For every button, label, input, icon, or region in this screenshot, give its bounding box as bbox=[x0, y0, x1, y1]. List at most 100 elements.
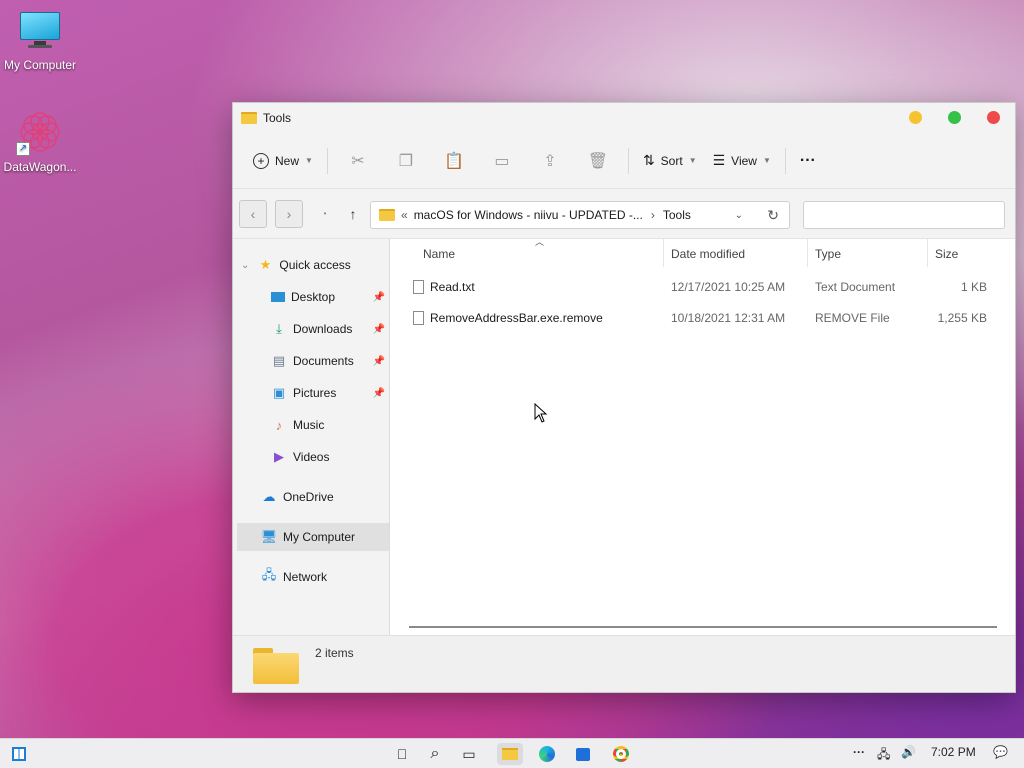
sort-arrow-icon: ︿ bbox=[535, 237, 545, 247]
column-header-date[interactable]: Date modified bbox=[671, 247, 745, 261]
view-button[interactable]: ☰ View ▼ bbox=[705, 146, 779, 175]
paste-icon[interactable]: 📋 bbox=[438, 145, 470, 177]
search-input[interactable] bbox=[803, 201, 1005, 229]
cut-icon[interactable]: ✂ bbox=[342, 145, 374, 177]
store-logo bbox=[576, 747, 590, 761]
file-icon bbox=[413, 311, 424, 325]
start-button[interactable] bbox=[8, 743, 30, 765]
video-icon: ▶ bbox=[274, 449, 284, 464]
pin-icon[interactable]: 📌 bbox=[373, 388, 385, 399]
mouse-cursor-icon bbox=[534, 403, 548, 423]
sort-button[interactable]: ⇅ Sort ▼ bbox=[635, 146, 705, 175]
sidebar-item-music[interactable]: ♪ Music bbox=[271, 411, 389, 439]
tray-overflow-icon[interactable]: ··· bbox=[853, 745, 865, 759]
toolbar-divider bbox=[627, 147, 629, 174]
apple-icon[interactable]:  bbox=[391, 743, 413, 765]
plus-circle-icon: + bbox=[253, 152, 269, 169]
desktop-icon-label: My Computer bbox=[3, 58, 77, 72]
clock[interactable]: 7:02 PM bbox=[931, 745, 976, 759]
address-current-segment[interactable]: Tools bbox=[663, 208, 691, 222]
sidebar-item-desktop[interactable]: Desktop 📌 bbox=[271, 283, 389, 311]
chevron-down-icon: ▼ bbox=[762, 156, 771, 165]
column-divider[interactable] bbox=[927, 239, 928, 267]
file-date: 12/17/2021 10:25 AM bbox=[671, 280, 786, 294]
column-divider[interactable] bbox=[663, 239, 664, 267]
up-button[interactable]: ↑ bbox=[339, 200, 367, 228]
address-path-segment[interactable]: macOS for Windows - niivu - UPDATED -... bbox=[414, 208, 643, 222]
folder-icon bbox=[379, 209, 395, 221]
copy-icon[interactable]: ❐ bbox=[390, 145, 422, 177]
forward-button[interactable]: › bbox=[275, 199, 303, 228]
pin-icon[interactable]: 📌 bbox=[373, 324, 385, 335]
column-divider[interactable] bbox=[807, 239, 808, 267]
file-size: 1,255 KB bbox=[937, 311, 987, 325]
monitor-icon: 🖥 bbox=[260, 529, 278, 544]
desktop-icon-datawagon[interactable]: ↗ DataWagon... bbox=[0, 108, 80, 174]
chevron-down-icon: ▼ bbox=[688, 156, 697, 165]
file-row[interactable]: RemoveAddressBar.exe.remove 10/18/2021 1… bbox=[405, 303, 1003, 333]
sidebar-item-label: Pictures bbox=[293, 386, 337, 400]
file-name: RemoveAddressBar.exe.remove bbox=[413, 311, 603, 325]
chevron-down-icon: ⌄ bbox=[241, 259, 250, 271]
music-icon: ♪ bbox=[275, 417, 283, 433]
back-button[interactable]: ‹ bbox=[239, 199, 267, 228]
volume-icon[interactable]: 🔊 bbox=[901, 745, 916, 759]
folder-icon bbox=[502, 748, 518, 760]
sidebar-item-my-computer[interactable]: 🖥 My Computer bbox=[237, 523, 389, 551]
sidebar-item-label: Downloads bbox=[293, 322, 353, 336]
notifications-icon[interactable]: 💬 bbox=[993, 745, 1008, 759]
sidebar-item-network[interactable]: 🖧 Network bbox=[261, 563, 389, 591]
navigation-pane: ⌄ ★ Quick access Desktop 📌 ⤓ Downloads 📌… bbox=[233, 239, 390, 635]
sidebar-item-label: My Computer bbox=[283, 530, 356, 544]
file-explorer-icon[interactable] bbox=[497, 743, 523, 765]
desktop-icon-my-computer[interactable]: My Computer bbox=[0, 12, 80, 72]
sidebar-item-onedrive[interactable]: ☁ OneDrive bbox=[261, 483, 389, 511]
sidebar-item-quick-access[interactable]: ⌄ ★ Quick access bbox=[241, 251, 389, 279]
sidebar-item-pictures[interactable]: ▣ Pictures 📌 bbox=[271, 379, 389, 407]
file-row[interactable]: Read.txt 12/17/2021 10:25 AM Text Docume… bbox=[405, 272, 1003, 302]
chevron-down-icon[interactable]: ⌄ bbox=[735, 210, 743, 221]
edge-icon[interactable] bbox=[536, 743, 558, 765]
file-name: Read.txt bbox=[413, 280, 475, 294]
store-icon[interactable] bbox=[572, 743, 594, 765]
toolbar-divider bbox=[784, 147, 786, 174]
address-overflow[interactable]: « bbox=[401, 208, 408, 222]
view-label: View bbox=[731, 153, 757, 168]
file-name-text: RemoveAddressBar.exe.remove bbox=[430, 311, 603, 325]
rename-icon[interactable]: ▭ bbox=[486, 145, 518, 177]
sidebar-item-videos[interactable]: ▶ Videos bbox=[271, 443, 389, 471]
column-header-name[interactable]: Name bbox=[423, 247, 455, 261]
task-view-icon[interactable]: ▭ bbox=[458, 743, 480, 765]
chevron-right-icon: › bbox=[286, 205, 292, 222]
share-icon[interactable]: ⇪ bbox=[534, 145, 566, 177]
network-tray-icon[interactable]: 🖧 bbox=[877, 745, 890, 766]
pin-icon[interactable]: 📌 bbox=[373, 356, 385, 367]
new-label: New bbox=[275, 153, 300, 168]
column-header-type[interactable]: Type bbox=[815, 247, 841, 261]
new-button[interactable]: + New ▼ bbox=[245, 147, 321, 175]
sort-label: Sort bbox=[660, 153, 683, 168]
horizontal-scrollbar[interactable] bbox=[409, 626, 997, 628]
refresh-icon[interactable]: ↻ bbox=[767, 207, 779, 224]
title-bar[interactable]: Tools bbox=[233, 103, 1015, 133]
desktop-icon-label: DataWagon... bbox=[3, 160, 77, 174]
maximize-button[interactable] bbox=[948, 111, 961, 124]
close-button[interactable] bbox=[987, 111, 1000, 124]
sidebar-item-documents[interactable]: ▤ Documents 📌 bbox=[271, 347, 389, 375]
folder-icon bbox=[253, 648, 299, 684]
delete-icon[interactable]: 🗑 bbox=[582, 145, 614, 177]
recent-locations-button[interactable]: • bbox=[311, 200, 339, 228]
chevron-left-icon: ‹ bbox=[250, 205, 256, 222]
address-bar[interactable]: « macOS for Windows - niivu - UPDATED -.… bbox=[370, 201, 790, 229]
more-options-button[interactable]: ··· bbox=[792, 146, 824, 176]
pin-icon[interactable]: 📌 bbox=[373, 292, 385, 303]
chrome-icon[interactable] bbox=[610, 743, 632, 765]
minimize-button[interactable] bbox=[909, 111, 922, 124]
column-header-size[interactable]: Size bbox=[935, 247, 958, 261]
sidebar-item-label: Desktop bbox=[291, 290, 336, 304]
sidebar-item-label: OneDrive bbox=[283, 490, 334, 504]
search-icon[interactable]: ⌕ bbox=[424, 743, 446, 765]
chrome-logo bbox=[613, 746, 629, 762]
taskbar:  ⌕ ▭ ··· 🖧 🔊 7:02 PM 💬 bbox=[0, 738, 1024, 768]
sidebar-item-downloads[interactable]: ⤓ Downloads 📌 bbox=[271, 315, 389, 343]
